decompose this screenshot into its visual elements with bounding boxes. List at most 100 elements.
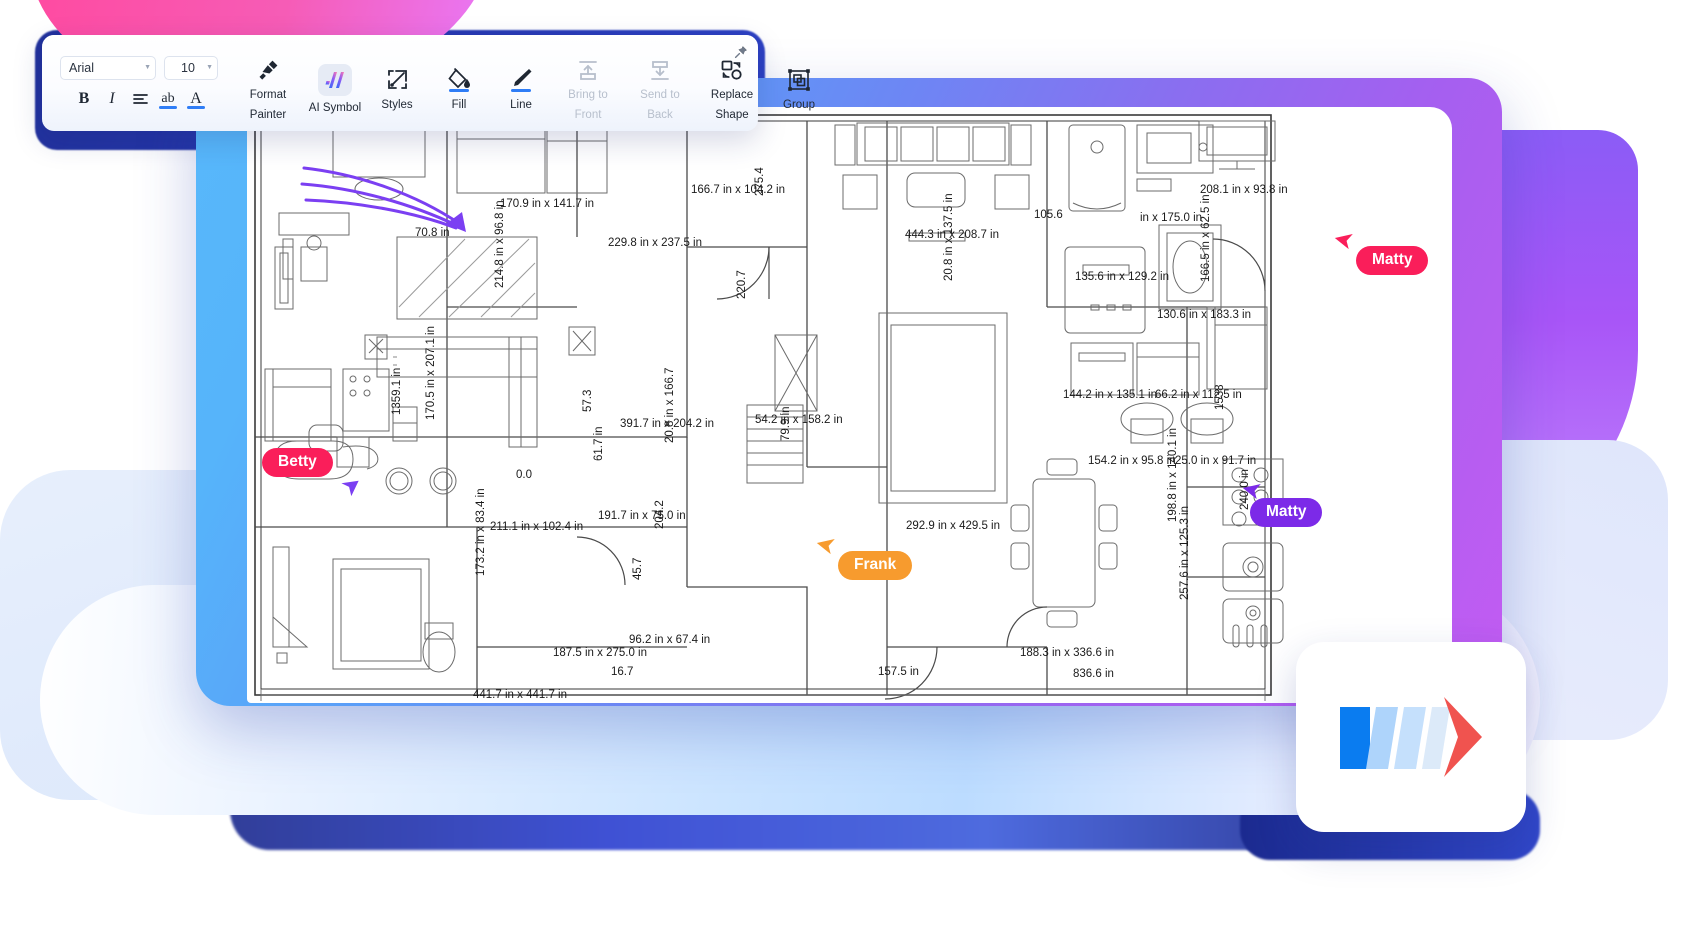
send-to-back-label-1: Send to [640, 89, 680, 102]
dimension-label: 20.8 in x 166.7 [664, 368, 676, 443]
fill-bucket-icon [447, 67, 471, 93]
bold-button[interactable]: B [71, 87, 97, 111]
line-label: Line [510, 98, 532, 111]
dimension-label: 144.2 in x 135.1 in [1063, 389, 1157, 401]
dimension-label: 187.5 in x 275.0 in [553, 647, 647, 659]
dimension-label: 135.6 in x 129.2 in [1075, 271, 1169, 283]
font-section: Arial ▼ 10 ▼ B I ab A [42, 35, 232, 131]
collaborator-frank[interactable]: Frank [838, 551, 913, 581]
brand-logo [1340, 697, 1482, 777]
dimension-label: 16.7 [611, 666, 633, 678]
logo-bar-light-2 [1394, 707, 1426, 769]
group-icon [787, 67, 811, 93]
logo-chevron [1444, 697, 1482, 777]
format-painter-label-1: Format [249, 89, 287, 102]
screenshot-root: 170.9 in x 141.7 in 166.7 in x 104.2 in 27… [0, 0, 1698, 952]
fill-label: Fill [451, 98, 467, 111]
collaborator-frank-label: Frank [838, 551, 913, 581]
ai-symbol-button[interactable]: AI Symbol [304, 51, 366, 115]
collaborator-matty-bottom[interactable]: Matty [1250, 498, 1323, 528]
dimension-label: 229.8 in x 237.5 in [608, 237, 702, 249]
font-family-value: Arial [69, 60, 95, 75]
dimension-label: 130.6 in x 183.3 in [1157, 309, 1251, 321]
send-to-back-icon [648, 57, 672, 83]
dimension-label: 204.2 [654, 500, 666, 529]
ai-symbol-icon [318, 63, 352, 96]
chevron-down-icon: ▼ [144, 64, 151, 71]
dimension-label: 220.7 [736, 270, 748, 299]
cursor-betty-pointer [341, 480, 359, 497]
font-family-select[interactable]: Arial ▼ [60, 55, 156, 80]
dimension-label: 57.3 [582, 390, 594, 412]
dimension-label: 54.2 in x 158.2 in [755, 414, 843, 426]
bring-to-front-icon [576, 57, 600, 83]
dimension-label: 79.9 in [780, 406, 792, 441]
italic-button[interactable]: I [99, 87, 125, 111]
styles-icon [386, 67, 409, 93]
dimension-label: 257.6 in x 125.3 in [1179, 506, 1191, 600]
fill-button[interactable]: Fill [428, 54, 490, 112]
font-size-select[interactable]: 10 ▼ [164, 55, 218, 80]
styles-label: Styles [381, 98, 413, 111]
logo-bar-light-1 [1366, 707, 1398, 769]
format-painter-button[interactable]: Format Painter [232, 44, 304, 121]
collaborator-matty-top[interactable]: Matty [1356, 246, 1429, 276]
collaborator-matty-bottom-label: Matty [1250, 498, 1323, 528]
dimension-label: 0.0 [516, 469, 532, 481]
dimension-label: 441.7 in x 441.7 in [473, 689, 567, 701]
dimension-label: 292.9 in x 429.5 in [906, 520, 1000, 532]
font-size-value: 10 [181, 60, 195, 75]
dimension-label: 96.2 in x 67.4 in [629, 634, 710, 646]
format-painter-label-2: Painter [249, 108, 287, 121]
dimension-label: 208.1 in x 93.8 in [1200, 184, 1288, 196]
ai-symbol-label: AI Symbol [308, 101, 362, 114]
bring-to-front-button[interactable]: Bring to Front [552, 44, 624, 121]
dimension-label: 20.8 in x 137.5 in [943, 193, 955, 281]
dimension-label: 66.2 in x 112.5 in [1155, 389, 1242, 401]
dimension-label: 1359.1 in [391, 368, 403, 415]
dimension-label: 198.8 in x 140.1 in [1167, 428, 1179, 522]
dimension-label: 214.8 in x 96.8 in [494, 200, 506, 288]
cursor-matty-bottom-pointer [1242, 484, 1261, 500]
formatting-toolbar[interactable]: Arial ▼ 10 ▼ B I ab A Format Painter AI … [42, 35, 815, 131]
dimension-label: 191.7 in x 75.0 in [598, 510, 686, 522]
dimension-label: 170.9 in x 141.7 in [500, 198, 594, 210]
decor-navy-bottom [230, 700, 1310, 850]
dimension-label: 154.2 in x 95.8 in [1088, 455, 1176, 467]
logo-bar-dark [1340, 707, 1370, 769]
pin-icon[interactable] [733, 44, 749, 60]
bring-to-front-label-2: Front [574, 108, 602, 121]
logo-bar-light-3 [1422, 707, 1450, 769]
collaborator-betty-label: Betty [262, 448, 333, 478]
pen-line-icon [509, 67, 533, 93]
dimension-label: 45.7 [632, 558, 644, 580]
text-highlight-button[interactable]: ab [155, 87, 181, 111]
dimension-label: 105.6 [1034, 209, 1063, 221]
chevron-down-icon: ▼ [206, 64, 213, 71]
dimension-label: 166.7 in x 104.2 in [691, 184, 785, 196]
font-color-glyph: A [190, 89, 202, 107]
paint-brush-icon [256, 57, 280, 83]
collaborator-matty-top-label: Matty [1356, 246, 1429, 276]
replace-shape-label-1: Replace [710, 89, 754, 102]
dimension-label: 157.5 in [878, 666, 919, 678]
italic-glyph: I [109, 89, 115, 107]
font-color-button[interactable]: A [183, 87, 209, 111]
dimension-label: 61.7 in [593, 426, 605, 461]
group-label: Group [783, 98, 815, 111]
group-button[interactable]: Group [768, 54, 830, 112]
brand-logo-tile[interactable] [1296, 642, 1526, 832]
ink-annotation-stroke [300, 166, 466, 232]
highlight-glyph: ab [161, 90, 175, 106]
dimension-label: 170.5 in x 207.1 in [425, 326, 437, 420]
dimension-label: 211.1 in x 102.4 in [490, 521, 583, 533]
replace-shape-button[interactable]: Replace Shape [696, 44, 768, 121]
align-button[interactable] [127, 87, 153, 111]
send-to-back-button[interactable]: Send to Back [624, 44, 696, 121]
dimension-label: 275.4 [754, 167, 766, 196]
collaborator-betty[interactable]: Betty [262, 448, 333, 478]
styles-button[interactable]: Styles [366, 54, 428, 112]
bold-glyph: B [78, 89, 90, 107]
bring-to-front-label-1: Bring to [568, 89, 608, 102]
line-button[interactable]: Line [490, 54, 552, 112]
